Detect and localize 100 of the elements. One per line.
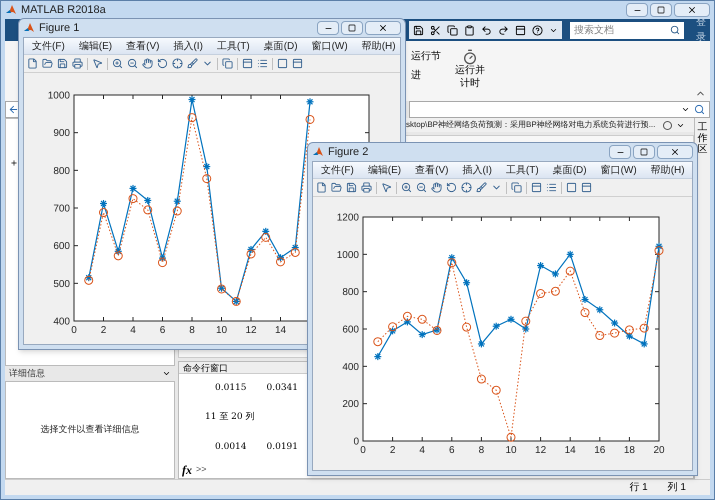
- menu-item[interactable]: 插入(I): [462, 162, 492, 178]
- panel-icon[interactable]: [292, 58, 303, 69]
- back-icon[interactable]: [8, 104, 18, 115]
- side-tab[interactable]: 工作区: [698, 122, 708, 155]
- cut-icon[interactable]: [430, 24, 441, 36]
- legend-icon[interactable]: [546, 182, 557, 193]
- ribbon-button[interactable]: 运行节: [411, 49, 441, 64]
- close-icon: [687, 5, 697, 15]
- menu-item[interactable]: 窗口(W): [312, 38, 348, 54]
- zoom-in-icon[interactable]: [112, 58, 123, 69]
- chevron-icon[interactable]: [162, 369, 171, 378]
- close-button[interactable]: [674, 3, 710, 17]
- menu-item[interactable]: 编辑(E): [78, 38, 112, 54]
- crosshair-icon[interactable]: [461, 182, 472, 193]
- close-button[interactable]: [657, 145, 693, 159]
- circle-marker: [550, 286, 560, 296]
- circle-marker: [462, 322, 472, 332]
- cross-marker: [404, 318, 411, 326]
- paste-icon[interactable]: [464, 24, 475, 36]
- tick-label: 14: [564, 445, 576, 456]
- maximize-button[interactable]: [633, 145, 655, 159]
- hand-icon[interactable]: [142, 58, 153, 69]
- circle-marker: [306, 114, 314, 124]
- cross-marker: [492, 322, 500, 330]
- circle-marker: [373, 337, 382, 346]
- crosshair-icon[interactable]: [172, 58, 183, 69]
- menu-item[interactable]: 桌面(D): [264, 38, 298, 54]
- folder-icon[interactable]: [331, 182, 342, 193]
- maximize-icon: [640, 148, 648, 156]
- square-icon[interactable]: [566, 182, 577, 193]
- cross-marker: [566, 250, 574, 258]
- menu-item[interactable]: 窗口(W): [600, 162, 637, 178]
- circle-marker: [506, 432, 516, 442]
- tick-label: 1000: [48, 90, 70, 102]
- circle-marker: [610, 328, 620, 338]
- maximize-icon: [348, 24, 356, 32]
- square-icon[interactable]: [277, 58, 288, 69]
- help-icon[interactable]: [532, 24, 543, 36]
- circle-marker: [595, 331, 604, 340]
- search-icon[interactable]: [670, 25, 680, 35]
- pointer-icon[interactable]: [381, 182, 392, 193]
- ribbon-button[interactable]: 运行并计时: [453, 49, 487, 90]
- window-title: MATLAB R2018a: [21, 2, 107, 18]
- menu-item[interactable]: 帮助(H): [650, 162, 685, 178]
- new-file-icon[interactable]: [27, 58, 38, 69]
- menu-item[interactable]: 帮助(H): [362, 38, 396, 54]
- search-icon[interactable]: [694, 104, 705, 115]
- options-icon[interactable]: [663, 120, 672, 130]
- undo-icon[interactable]: [481, 24, 492, 36]
- tick-label: 600: [342, 324, 359, 336]
- menu-item[interactable]: 工具(T): [506, 162, 539, 178]
- brush-icon[interactable]: [187, 58, 198, 69]
- tick-label: 200: [342, 399, 359, 410]
- menu-item[interactable]: 文件(F): [321, 162, 354, 178]
- maximize-button[interactable]: [650, 3, 672, 17]
- search-field[interactable]: 搜索文档: [570, 22, 670, 38]
- panel-icon[interactable]: [581, 182, 592, 193]
- fx-icon[interactable]: fx: [182, 461, 192, 479]
- maximize-button[interactable]: [341, 21, 363, 35]
- copy-icon[interactable]: [447, 24, 458, 36]
- expand-icon[interactable]: [10, 159, 18, 167]
- circle-marker: [276, 257, 285, 266]
- redo-icon[interactable]: [498, 24, 509, 36]
- tick-label: 4: [419, 445, 425, 456]
- cross-marker: [522, 326, 530, 332]
- new-file-icon[interactable]: [316, 182, 327, 193]
- menu-item[interactable]: 文件(F): [32, 38, 65, 54]
- window-icon[interactable]: [515, 24, 526, 36]
- zoom-out-icon[interactable]: [127, 58, 138, 69]
- pointer-icon[interactable]: [92, 58, 103, 69]
- cross-marker: [100, 200, 107, 207]
- printer-icon[interactable]: [361, 182, 372, 193]
- menu-item[interactable]: 编辑(E): [368, 162, 402, 178]
- menu-item[interactable]: 工具(T): [216, 38, 250, 54]
- hand-icon[interactable]: [431, 182, 442, 193]
- tick-label: 500: [53, 278, 70, 290]
- ribbon-button[interactable]: 进: [411, 68, 441, 83]
- close-button[interactable]: [365, 21, 401, 35]
- menu-item[interactable]: 插入(I): [173, 38, 203, 54]
- circle-marker: [188, 113, 196, 122]
- cross-marker: [640, 340, 648, 348]
- cross-marker: [537, 262, 544, 270]
- zoom-out-icon[interactable]: [416, 182, 427, 193]
- circle-marker: [202, 174, 212, 184]
- rotate-icon[interactable]: [157, 58, 168, 69]
- cross-marker: [626, 332, 633, 340]
- rotate-icon[interactable]: [446, 182, 457, 193]
- menu-item[interactable]: 查看(V): [126, 38, 160, 54]
- login-button[interactable]: 登录: [692, 15, 710, 45]
- brush-icon[interactable]: [476, 182, 487, 193]
- menu-item[interactable]: 桌面(D): [552, 162, 587, 178]
- legend-icon[interactable]: [257, 58, 268, 69]
- zoom-in-icon[interactable]: [401, 182, 412, 193]
- app-logo-icon: [5, 4, 17, 16]
- printer-icon[interactable]: [72, 58, 83, 69]
- menu-item[interactable]: 查看(V): [415, 162, 448, 178]
- folder-icon[interactable]: [42, 58, 53, 69]
- tick-label: 400: [342, 362, 359, 373]
- tick-label: 10: [216, 325, 228, 336]
- save-icon[interactable]: [413, 24, 424, 36]
